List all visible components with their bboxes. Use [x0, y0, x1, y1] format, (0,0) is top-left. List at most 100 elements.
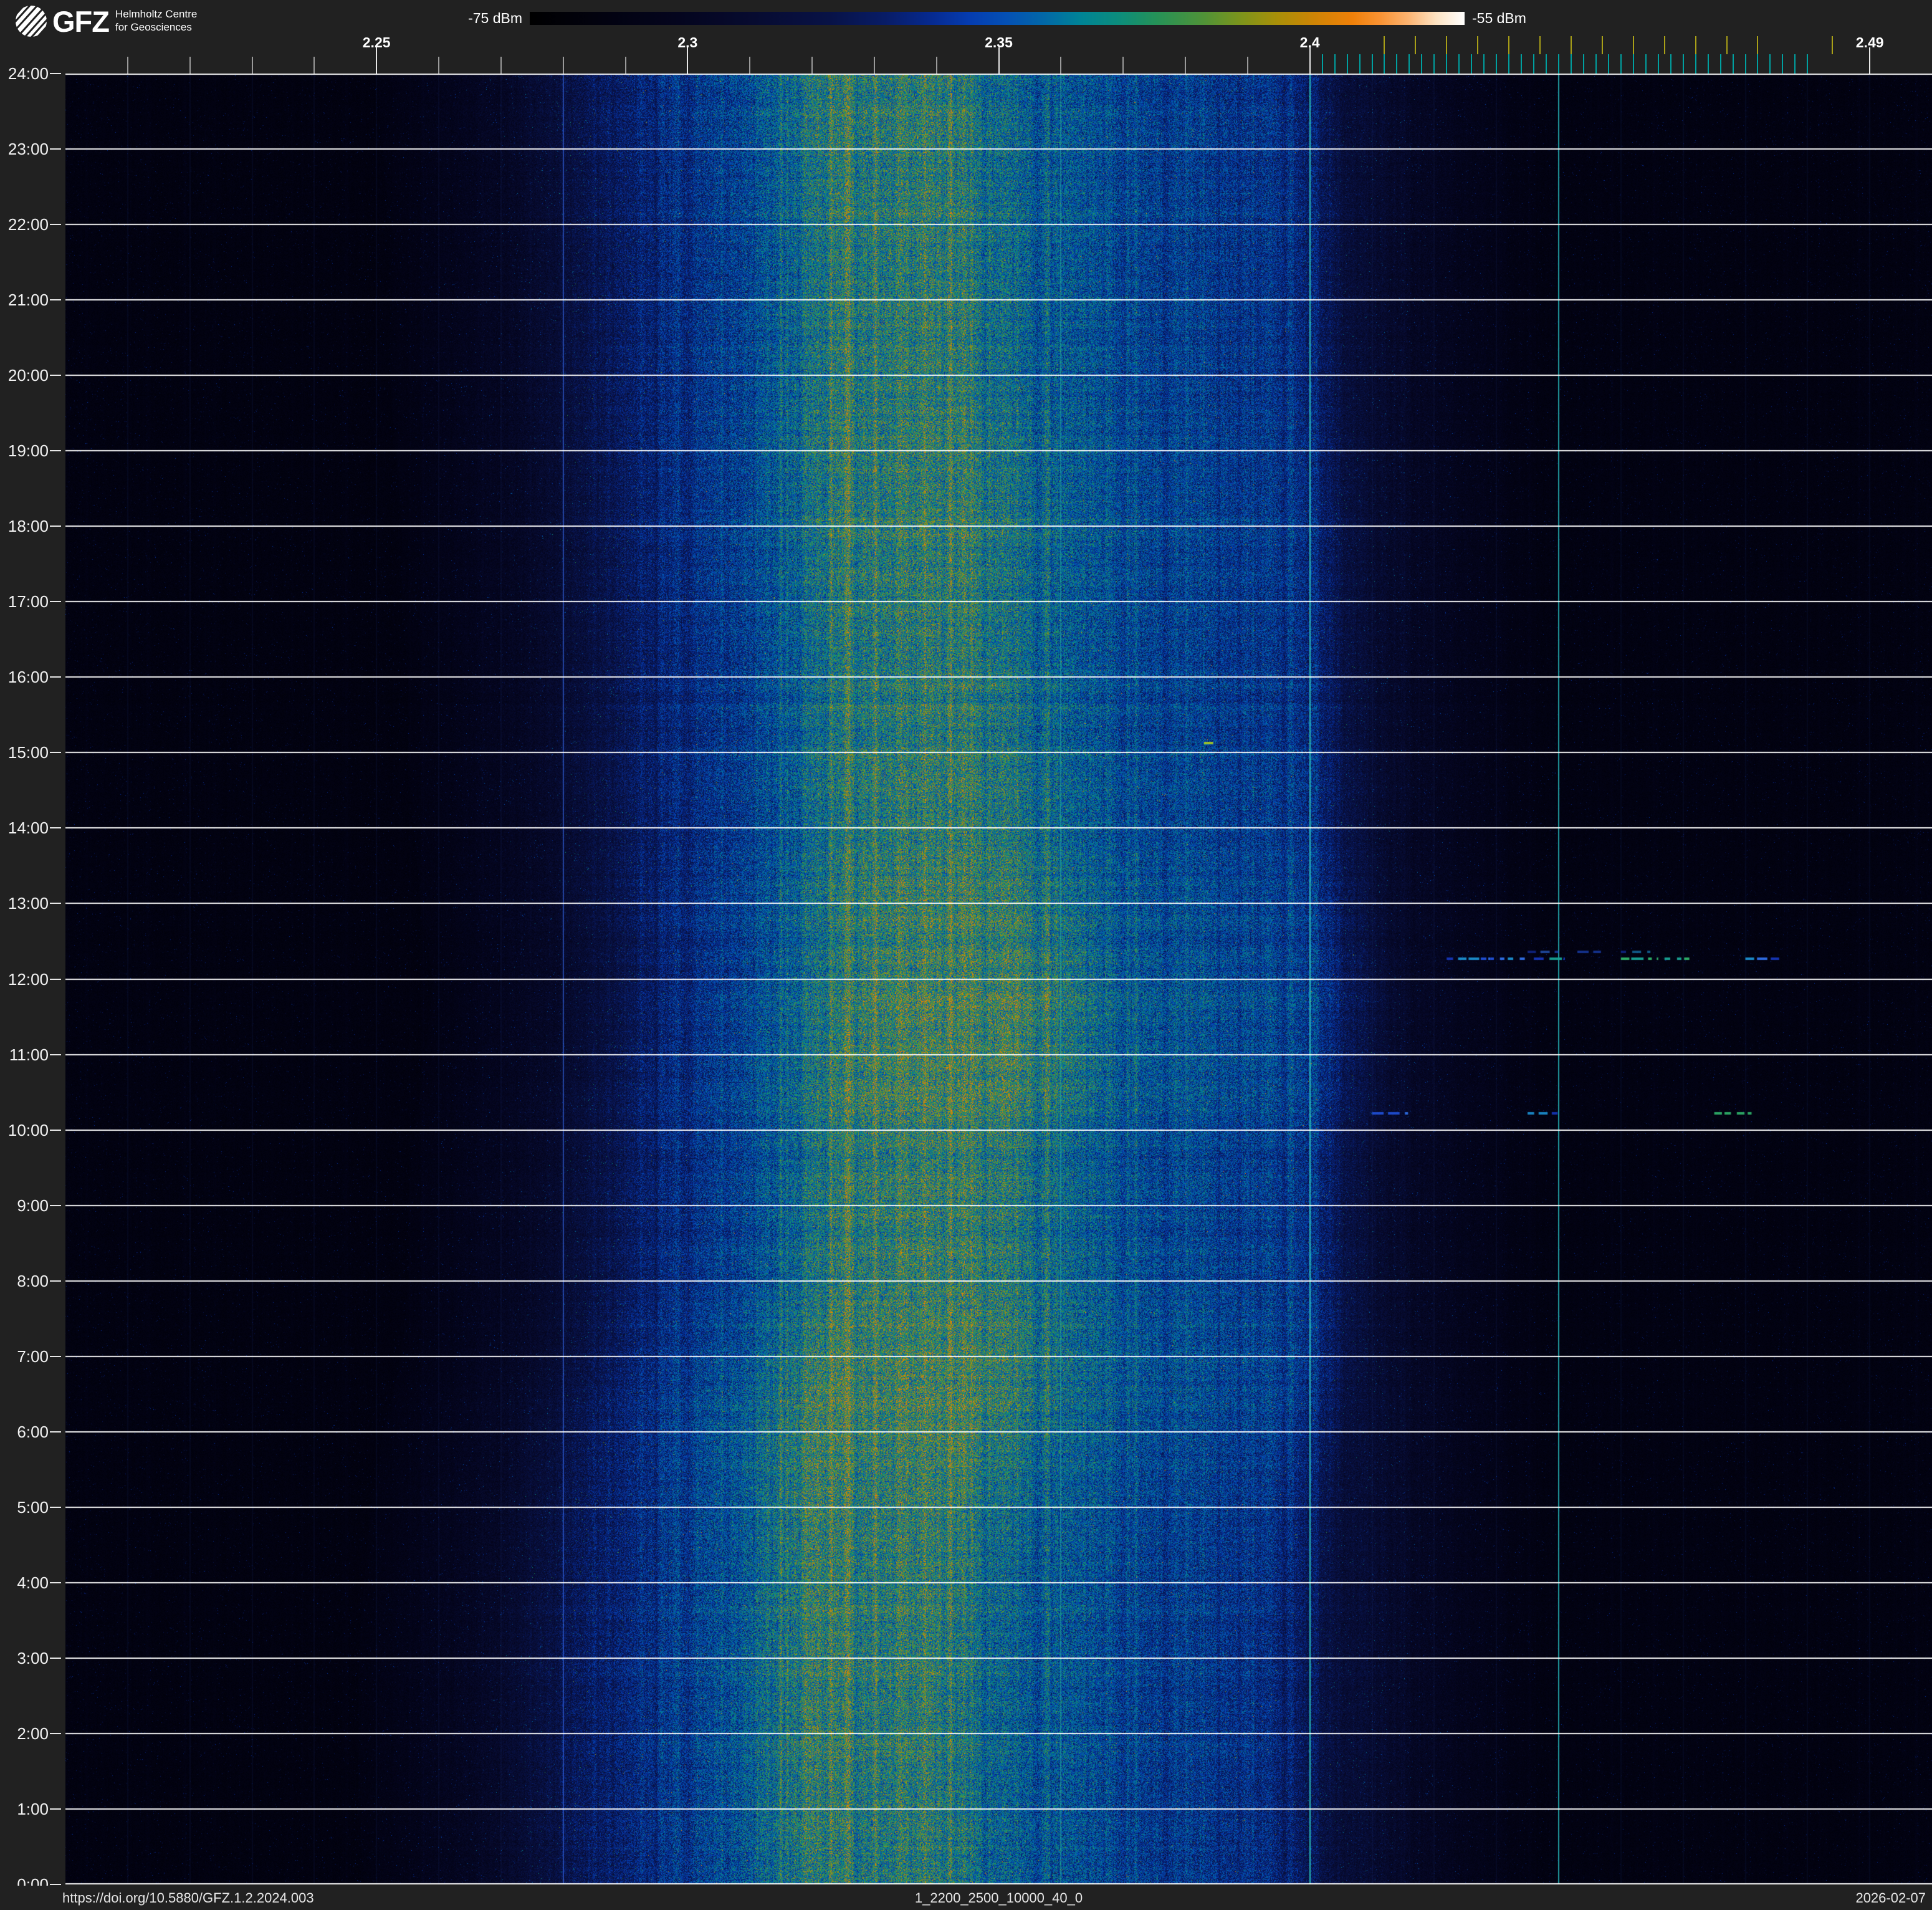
wifi-channel-tick — [1633, 36, 1634, 54]
freq-minor-tick — [1247, 57, 1248, 74]
freq-minor-tick — [749, 57, 750, 74]
ble-channel-tick — [1521, 54, 1522, 74]
wifi-channel-tick — [1477, 36, 1478, 54]
time-tick — [50, 1356, 61, 1357]
freq-minor-tick — [127, 57, 128, 74]
wifi-channel-tick — [1446, 36, 1447, 54]
wifi-channel-tick — [1539, 36, 1541, 54]
freq-minor-tick — [500, 57, 502, 74]
ble-channel-tick — [1782, 54, 1783, 74]
ble-channel-tick — [1595, 54, 1597, 74]
freq-minor-tick — [438, 57, 439, 74]
gfz-logo: GFZ Helmholtz Centre for Geosciences — [15, 4, 197, 38]
ble-channel-tick — [1546, 54, 1547, 74]
time-tick — [50, 1808, 61, 1810]
freq-minor-tick — [936, 57, 937, 74]
ble-channel-tick — [1708, 54, 1709, 74]
ble-channel-tick — [1733, 54, 1734, 74]
time-tick-label: 6:00 — [2, 1423, 49, 1441]
time-tick — [50, 1205, 61, 1206]
brand-text: GFZ — [52, 4, 109, 39]
colorbar-gradient — [530, 12, 1465, 25]
ble-channel-tick — [1372, 54, 1373, 74]
ble-channel-tick — [1408, 54, 1410, 74]
time-tick — [50, 299, 61, 300]
time-tick — [50, 752, 61, 753]
ble-channel-tick — [1695, 54, 1696, 74]
time-tick — [50, 525, 61, 527]
ble-channel-tick — [1683, 54, 1684, 74]
ble-channel-tick — [1670, 54, 1671, 74]
freq-minor-tick — [625, 57, 626, 74]
ble-channel-tick — [1384, 54, 1385, 74]
time-tick-label: 4:00 — [2, 1574, 49, 1591]
wifi-channel-tick — [1664, 36, 1665, 54]
ble-channel-tick — [1496, 54, 1497, 74]
time-tick — [50, 224, 61, 225]
wifi-channel-tick — [1832, 36, 1833, 54]
org-name: Helmholtz Centre for Geosciences — [115, 8, 197, 34]
time-tick — [50, 1507, 61, 1508]
ble-channel-tick — [1433, 54, 1435, 74]
ble-channel-tick — [1396, 54, 1397, 74]
time-tick — [50, 1054, 61, 1055]
time-tick-label: 24:00 — [2, 65, 49, 82]
time-tick-label: 7:00 — [2, 1348, 49, 1365]
time-tick-label: 3:00 — [2, 1649, 49, 1667]
time-tick — [50, 375, 61, 376]
ble-channel-tick — [1720, 54, 1721, 74]
freq-minor-tick — [811, 57, 813, 74]
freq-major-tick — [1309, 47, 1311, 74]
freq-minor-tick — [1185, 57, 1186, 74]
ble-channel-tick — [1583, 54, 1584, 74]
freq-minor-tick — [563, 57, 564, 74]
time-tick-label: 5:00 — [2, 1499, 49, 1516]
time-tick — [50, 676, 61, 678]
ble-channel-tick — [1757, 54, 1758, 74]
time-tick-label: 17:00 — [2, 593, 49, 610]
ble-channel-tick — [1421, 54, 1422, 74]
ble-channel-tick — [1558, 54, 1559, 74]
ble-channel-tick — [1347, 54, 1348, 74]
ble-channel-tick — [1359, 54, 1361, 74]
freq-minor-tick — [189, 57, 191, 74]
time-tick — [50, 1130, 61, 1131]
ble-channel-tick — [1769, 54, 1771, 74]
wifi-channel-tick — [1415, 36, 1416, 54]
ble-channel-tick — [1807, 54, 1808, 74]
time-tick — [50, 450, 61, 451]
wifi-channel-tick — [1726, 36, 1728, 54]
freq-minor-tick — [252, 57, 253, 74]
freq-minor-tick — [1060, 57, 1061, 74]
time-tick-label: 8:00 — [2, 1272, 49, 1290]
time-tick — [50, 979, 61, 980]
ble-channel-tick — [1571, 54, 1572, 74]
wifi-channel-tick — [1695, 36, 1696, 54]
ble-channel-tick — [1533, 54, 1534, 74]
time-tick-label: 11:00 — [2, 1046, 49, 1063]
time-tick-label: 18:00 — [2, 517, 49, 535]
time-tick — [50, 1884, 61, 1885]
time-tick — [50, 1733, 61, 1734]
freq-major-tick — [376, 47, 377, 74]
spectrogram-plot — [65, 74, 1932, 1884]
org-line-1: Helmholtz Centre — [115, 8, 197, 20]
time-tick-label: 1:00 — [2, 1800, 49, 1818]
ble-channel-tick — [1633, 54, 1634, 74]
time-tick — [50, 1658, 61, 1659]
freq-major-tick — [998, 47, 1000, 74]
time-tick-label: 10:00 — [2, 1121, 49, 1139]
ble-channel-tick — [1334, 54, 1336, 74]
wifi-channel-tick — [1508, 36, 1509, 54]
freq-minor-tick — [874, 57, 875, 74]
time-tick-label: 13:00 — [2, 895, 49, 912]
time-tick — [50, 601, 61, 602]
time-tick — [50, 148, 61, 150]
time-tick-label: 16:00 — [2, 668, 49, 686]
ble-channel-tick — [1471, 54, 1472, 74]
time-tick — [50, 1431, 61, 1432]
ble-channel-tick — [1794, 54, 1796, 74]
freq-major-tick — [1869, 47, 1870, 74]
time-tick — [50, 903, 61, 904]
ble-channel-tick — [1620, 54, 1622, 74]
